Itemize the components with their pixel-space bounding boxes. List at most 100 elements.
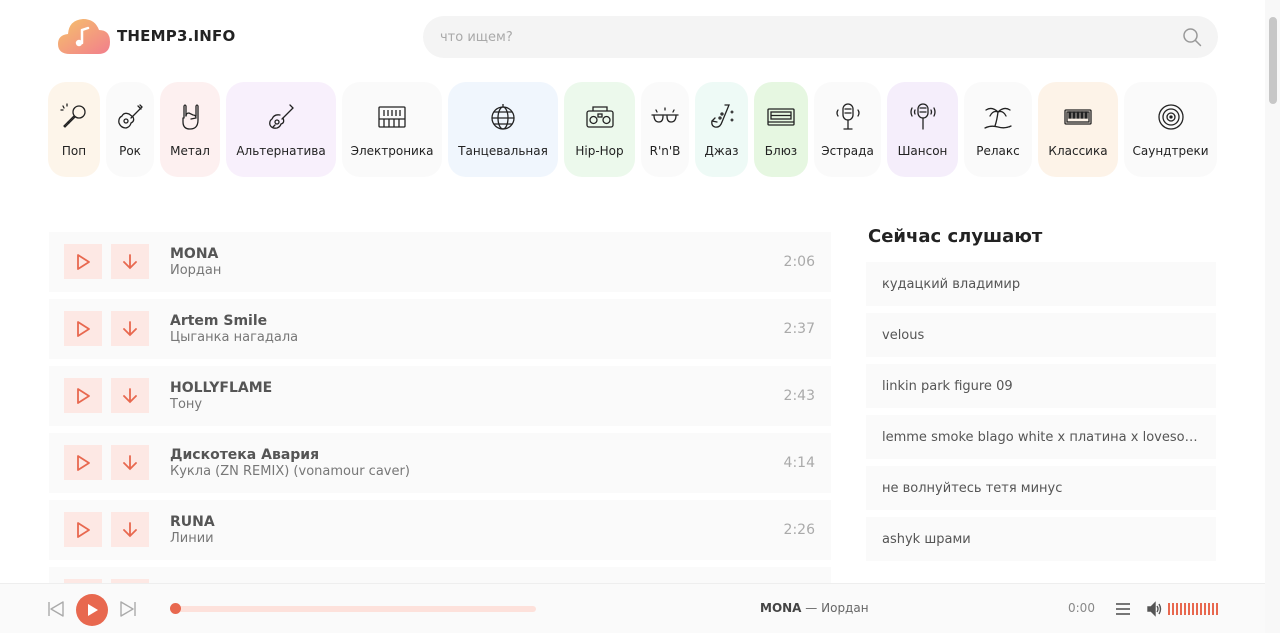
boombox-icon xyxy=(585,106,614,128)
play-icon xyxy=(88,604,98,616)
header: THEMP3.INFO xyxy=(0,0,1265,76)
vinyl-icon xyxy=(1157,104,1184,130)
recent-search-item[interactable]: linkin park figure 09 xyxy=(866,364,1216,408)
track-duration: 2:37 xyxy=(783,321,815,337)
genre-list: Поп Рок Метал Альтернатива Электроника Т… xyxy=(48,82,1217,177)
track-title[interactable]: Линии xyxy=(170,531,214,546)
track-artist[interactable]: HOLLYFLAME xyxy=(170,380,272,396)
player-play-button[interactable] xyxy=(76,594,108,626)
play-button[interactable] xyxy=(64,445,102,480)
retro-microphone-icon xyxy=(835,103,860,130)
electric-guitar-icon xyxy=(118,104,143,129)
genre-classical[interactable]: Классика xyxy=(1038,82,1118,177)
next-track-icon[interactable] xyxy=(119,600,137,618)
play-button[interactable] xyxy=(64,512,102,547)
track-title[interactable]: Кукла (ZN REMIX) (vonamour caver) xyxy=(170,464,410,479)
genre-dance[interactable]: Танцевальная xyxy=(448,82,558,177)
sunglasses-icon xyxy=(651,107,679,123)
track-duration: 2:06 xyxy=(783,254,815,270)
track-title[interactable]: Иордан xyxy=(170,263,221,278)
recent-search-item[interactable]: не волнуйтесь тетя минус xyxy=(866,466,1216,510)
track-artist[interactable]: MONA xyxy=(170,246,218,262)
track-row: RUNA Линии 2:26 xyxy=(49,500,831,560)
download-arrow-icon xyxy=(123,320,137,336)
palm-tree-icon xyxy=(984,107,1012,129)
track-list: MONA Иордан 2:06 Artem Smile Цыганка наг… xyxy=(49,232,831,594)
play-icon xyxy=(77,320,90,337)
now-playing: MONA — Иордан xyxy=(760,601,869,615)
download-button[interactable] xyxy=(111,445,149,480)
recent-search-item[interactable]: velous xyxy=(866,313,1216,357)
genre-rock[interactable]: Рок xyxy=(106,82,154,177)
download-button[interactable] xyxy=(111,311,149,346)
download-arrow-icon xyxy=(123,521,137,537)
track-row: Artem Smile Цыганка нагадала 2:37 xyxy=(49,299,831,359)
page-scrollbar[interactable] xyxy=(1265,0,1280,633)
search-icon[interactable] xyxy=(1182,27,1202,47)
saxophone-icon xyxy=(710,104,734,128)
recent-search-item[interactable]: ashyk шрами xyxy=(866,517,1216,561)
cloud-music-icon xyxy=(58,19,110,54)
now-playing-artist: MONA xyxy=(760,601,802,615)
track-row: HOLLYFLAME Тону 2:43 xyxy=(49,366,831,426)
search-input[interactable] xyxy=(423,16,1218,58)
cassette-icon xyxy=(767,108,795,126)
download-arrow-icon xyxy=(123,454,137,470)
genre-soundtracks[interactable]: Саундтреки xyxy=(1124,82,1217,177)
play-button[interactable] xyxy=(64,311,102,346)
genre-jazz[interactable]: Джаз xyxy=(695,82,748,177)
volume-icon[interactable] xyxy=(1146,601,1162,617)
track-duration: 2:26 xyxy=(783,522,815,538)
progress-handle[interactable] xyxy=(170,603,181,614)
genre-electronic[interactable]: Электроника xyxy=(342,82,442,177)
progress-bar[interactable] xyxy=(170,606,536,612)
playlist-menu-icon[interactable] xyxy=(1115,601,1131,617)
now-listening-title: Сейчас слушают xyxy=(868,226,1043,247)
now-playing-title: Иордан xyxy=(821,601,869,615)
download-button[interactable] xyxy=(111,378,149,413)
rock-hand-icon xyxy=(182,104,199,130)
recent-search-item[interactable]: кудацкий владимир xyxy=(866,262,1216,306)
disco-ball-icon xyxy=(491,104,515,130)
guitar-icon xyxy=(269,104,294,129)
audio-player: MONA — Иордан 0:00 xyxy=(0,583,1265,633)
scrollbar-thumb[interactable] xyxy=(1269,17,1277,104)
download-arrow-icon xyxy=(123,253,137,269)
now-listening-list: кудацкий владимир velous linkin park fig… xyxy=(866,262,1216,568)
volume-slider[interactable] xyxy=(1168,603,1218,615)
track-title[interactable]: Тону xyxy=(170,397,202,412)
site-name: THEMP3.INFO xyxy=(117,27,236,45)
track-artist[interactable]: RUNA xyxy=(170,514,215,530)
genre-pop[interactable]: Поп xyxy=(48,82,100,177)
play-button[interactable] xyxy=(64,244,102,279)
play-icon xyxy=(77,387,90,404)
track-duration: 4:14 xyxy=(783,455,815,471)
genre-metal[interactable]: Метал xyxy=(160,82,220,177)
genre-hiphop[interactable]: Hip-Hop xyxy=(564,82,635,177)
play-icon xyxy=(77,454,90,471)
recent-search-item[interactable]: lemme smoke blago white x платина x love… xyxy=(866,415,1216,459)
genre-chanson[interactable]: Шансон xyxy=(887,82,958,177)
track-duration: 2:43 xyxy=(783,388,815,404)
genre-rnb[interactable]: R'n'B xyxy=(641,82,689,177)
search-box xyxy=(423,16,1218,58)
site-logo[interactable]: THEMP3.INFO xyxy=(58,16,235,56)
genre-relax[interactable]: Релакс xyxy=(964,82,1032,177)
genre-blues[interactable]: Блюз xyxy=(754,82,808,177)
synthesizer-icon xyxy=(378,106,406,128)
mic-stand-icon xyxy=(909,103,936,130)
track-row: MONA Иордан 2:06 xyxy=(49,232,831,292)
download-arrow-icon xyxy=(123,387,137,403)
play-button[interactable] xyxy=(64,378,102,413)
track-title[interactable]: Цыганка нагадала xyxy=(170,330,298,345)
play-icon xyxy=(77,521,90,538)
genre-estrada[interactable]: Эстрада xyxy=(814,82,881,177)
genre-alternative[interactable]: Альтернатива xyxy=(226,82,336,177)
play-icon xyxy=(77,253,90,270)
previous-track-icon[interactable] xyxy=(47,600,65,618)
track-artist[interactable]: Дискотека Авария xyxy=(170,447,319,463)
download-button[interactable] xyxy=(111,512,149,547)
current-time: 0:00 xyxy=(1068,601,1095,615)
download-button[interactable] xyxy=(111,244,149,279)
track-artist[interactable]: Artem Smile xyxy=(170,313,267,329)
